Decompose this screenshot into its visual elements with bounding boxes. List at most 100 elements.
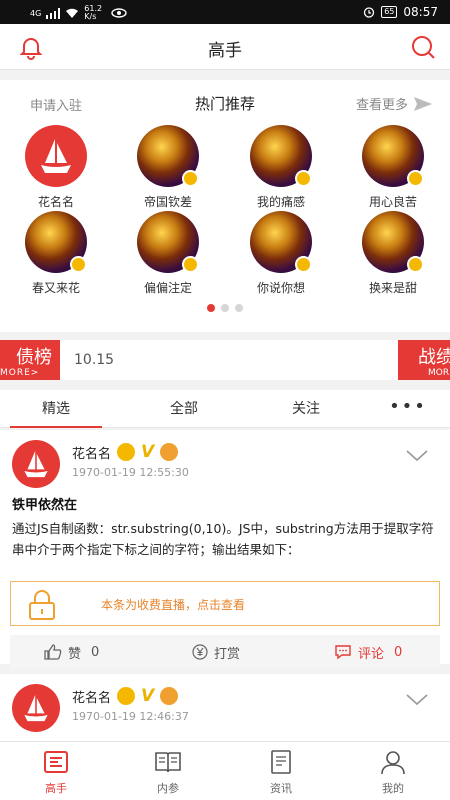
master-item[interactable]: 你说你想 <box>225 211 337 296</box>
send-arrow-icon <box>414 96 432 111</box>
paywall-text: 本条为收费直播，点击查看 <box>101 598 246 612</box>
crown-icon <box>295 170 312 187</box>
master-name: 用心良苦 <box>368 195 417 209</box>
master-name: 换来是甜 <box>368 281 417 295</box>
comment-count: 0 <box>394 644 403 660</box>
post-avatar[interactable] <box>12 684 60 732</box>
nav-insider-label: 内参 <box>157 782 179 795</box>
debt-ranking-more: MORE> <box>0 368 40 378</box>
carousel-dot[interactable] <box>207 304 215 312</box>
lock-icon <box>29 590 55 620</box>
master-name: 你说你想 <box>256 281 305 295</box>
book-icon <box>155 752 181 773</box>
crown-icon <box>295 256 312 273</box>
crown-badge-icon <box>117 687 136 705</box>
like-button[interactable]: 赞 0 <box>44 635 99 669</box>
signal-icon <box>46 7 61 19</box>
ship-logo-icon <box>24 694 48 722</box>
avatar <box>25 211 87 273</box>
debt-ranking-label: 债榜 <box>16 347 52 368</box>
post-body: 通过JS自制函数：str.substring(0,10)。JS中，substri… <box>12 521 434 557</box>
post-title: 铁甲依然在 <box>12 498 78 513</box>
chevron-down-icon[interactable] <box>406 450 428 462</box>
master-item[interactable]: 春又来花 <box>0 211 112 296</box>
network-label: 4G <box>30 8 42 18</box>
record-more: MORE <box>428 368 450 378</box>
master-name: 偏偏注定 <box>143 281 192 295</box>
master-item[interactable]: 偏偏注定 <box>112 211 224 296</box>
master-item[interactable]: 花名名 <box>0 125 112 210</box>
avatar <box>137 211 199 273</box>
more-menu-button[interactable]: ••• <box>352 390 450 428</box>
avatar <box>25 125 87 187</box>
post-user: 花名名 V <box>72 686 179 706</box>
master-item[interactable]: 换来是甜 <box>337 211 449 296</box>
like-label: 赞 <box>68 646 82 662</box>
avatar <box>250 125 312 187</box>
carousel-dot[interactable] <box>221 304 229 312</box>
avatar <box>250 211 312 273</box>
wifi-icon <box>66 8 79 18</box>
post-time: 1970-01-19 12:46:37 <box>72 710 189 723</box>
record-button[interactable]: 战绩 MORE <box>398 340 450 380</box>
post-card[interactable]: 花名名 V 1970-01-19 12:55:30 铁甲依然在 通过JS自制函数… <box>0 430 450 669</box>
master-icon <box>44 751 68 773</box>
debt-ranking-button[interactable]: 债榜 MORE> <box>0 340 60 380</box>
avatar <box>362 125 424 187</box>
clock: 08:57 <box>403 5 438 19</box>
crown-icon <box>182 256 199 273</box>
master-name: 帝国钦差 <box>143 195 192 209</box>
verified-v-icon: V <box>141 442 155 462</box>
record-label: 战绩 <box>418 347 450 368</box>
chevron-down-icon[interactable] <box>406 694 428 706</box>
crown-icon <box>407 256 424 273</box>
status-bar: 4G 61.2 K/s 65 08:57 <box>0 0 450 24</box>
thumb-up-icon <box>44 644 62 660</box>
carousel-dots <box>0 304 450 312</box>
tab-featured[interactable]: 精选 <box>0 390 112 428</box>
comment-button[interactable]: 评论 0 <box>334 635 402 669</box>
nav-insider[interactable]: 内参 <box>112 742 224 800</box>
eye-icon <box>111 8 127 18</box>
reward-label: 打赏 <box>214 646 241 662</box>
nav-master-label: 高手 <box>45 782 67 795</box>
see-more-link[interactable]: 查看更多 <box>356 94 432 113</box>
tab-following[interactable]: 关注 <box>250 390 362 428</box>
user-icon <box>381 751 405 775</box>
ticker-text: 10.15 <box>74 352 115 368</box>
post-time: 1970-01-19 12:55:30 <box>72 466 189 479</box>
tab-all[interactable]: 全部 <box>128 390 240 428</box>
search-icon[interactable] <box>410 34 436 60</box>
post-username: 花名名 <box>72 690 112 706</box>
post-actions: 赞 0 打赏 评论 0 <box>10 635 440 669</box>
master-item[interactable]: 用心良苦 <box>337 125 449 210</box>
nav-news[interactable]: 资讯 <box>225 742 337 800</box>
comment-label: 评论 <box>358 646 385 662</box>
like-count: 0 <box>91 644 100 660</box>
carousel-dot[interactable] <box>235 304 243 312</box>
master-name: 花名名 <box>37 195 74 209</box>
nav-master[interactable]: 高手 <box>0 742 112 800</box>
bottom-nav: 高手 内参 资讯 我的 <box>0 741 450 800</box>
nav-news-label: 资讯 <box>270 782 292 795</box>
post-card[interactable]: 花名名 V 1970-01-19 12:46:37 <box>0 674 450 744</box>
post-user: 花名名 V <box>72 442 179 462</box>
post-avatar[interactable] <box>12 440 60 488</box>
top-bar: 高手 <box>0 24 450 70</box>
nav-mine[interactable]: 我的 <box>337 742 449 800</box>
alarm-icon <box>364 7 375 18</box>
master-item[interactable]: 我的痛感 <box>225 125 337 210</box>
ship-logo-icon <box>24 450 48 478</box>
net-speed: 61.2 K/s <box>84 4 103 21</box>
comment-icon <box>335 645 351 660</box>
master-item[interactable]: 帝国钦差 <box>112 125 224 210</box>
reward-button[interactable]: 打赏 <box>192 635 240 669</box>
star-badge-icon <box>160 443 179 461</box>
news-icon <box>271 750 291 774</box>
ship-logo-icon <box>41 139 71 173</box>
ranking-ticker: 债榜 MORE> 10.15 战绩 MORE <box>0 340 450 380</box>
paywall-button[interactable]: 本条为收费直播，点击查看 <box>10 581 440 626</box>
verified-v-icon: V <box>141 686 155 706</box>
avatar <box>362 211 424 273</box>
master-name: 我的痛感 <box>256 195 305 209</box>
